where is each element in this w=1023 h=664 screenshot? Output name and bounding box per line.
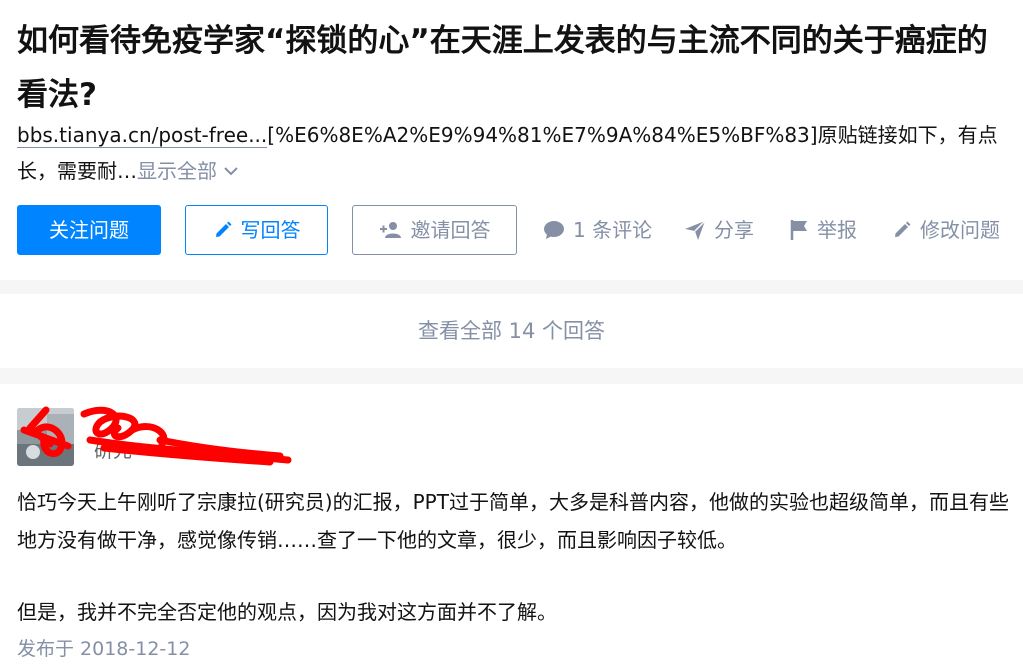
share-label: 分享	[714, 218, 754, 242]
show-all-button[interactable]: 显示全部	[137, 159, 239, 183]
pencil-icon	[895, 221, 911, 237]
pencil-icon	[215, 221, 231, 237]
publish-time[interactable]: 发布于 2018-12-12	[17, 636, 190, 662]
view-all-answers-link[interactable]: 查看全部 14 个回答	[0, 294, 1023, 368]
answer-paragraph: 恰巧今天上午刚听了宗康拉(研究员)的汇报，PPT过于简单，大多是科普内容，他做的…	[17, 490, 1009, 552]
view-all-card: 查看全部 14 个回答	[0, 294, 1023, 368]
report-label: 举报	[817, 218, 857, 242]
edit-label: 修改问题	[920, 218, 1000, 242]
chevron-down-icon	[224, 167, 238, 176]
write-label: 写回答	[240, 218, 301, 242]
share-button[interactable]: 分享	[684, 212, 754, 248]
paper-plane-icon	[685, 220, 706, 240]
answer-body: 恰巧今天上午刚听了宗康拉(研究员)的汇报，PPT过于简单，大多是科普内容，他做的…	[17, 483, 1017, 631]
invite-label: 邀请回答	[410, 218, 491, 242]
show-all-label: 显示全部	[137, 159, 217, 183]
red-redaction-scribble	[20, 406, 292, 466]
add-user-icon	[379, 222, 401, 238]
question-detail: bbs.tianya.cn/post-free...[%E6%8E%A2%E9%…	[17, 117, 1012, 189]
write-answer-button[interactable]: 写回答	[185, 205, 328, 255]
flag-icon	[790, 220, 807, 240]
detail-link[interactable]: bbs.tianya.cn/post-free...	[17, 123, 268, 148]
answer-paragraph: 但是，我并不完全否定他的观点，因为我对这方面并不了解。	[17, 600, 557, 624]
edit-question-button[interactable]: 修改问题	[892, 212, 1000, 248]
comments-button[interactable]: 1 条评论	[543, 212, 652, 248]
question-title: 如何看待免疫学家“探锁的心”在天涯上发表的与主流不同的关于癌症的看法?	[17, 23, 988, 113]
comments-label: 1 条评论	[573, 218, 653, 242]
follow-question-button[interactable]: 关注问题	[17, 205, 161, 255]
comment-icon	[544, 221, 564, 239]
report-button[interactable]: 举报	[789, 212, 857, 248]
follow-label: 关注问题	[49, 218, 129, 242]
invite-answer-button[interactable]: 邀请回答	[352, 205, 517, 255]
